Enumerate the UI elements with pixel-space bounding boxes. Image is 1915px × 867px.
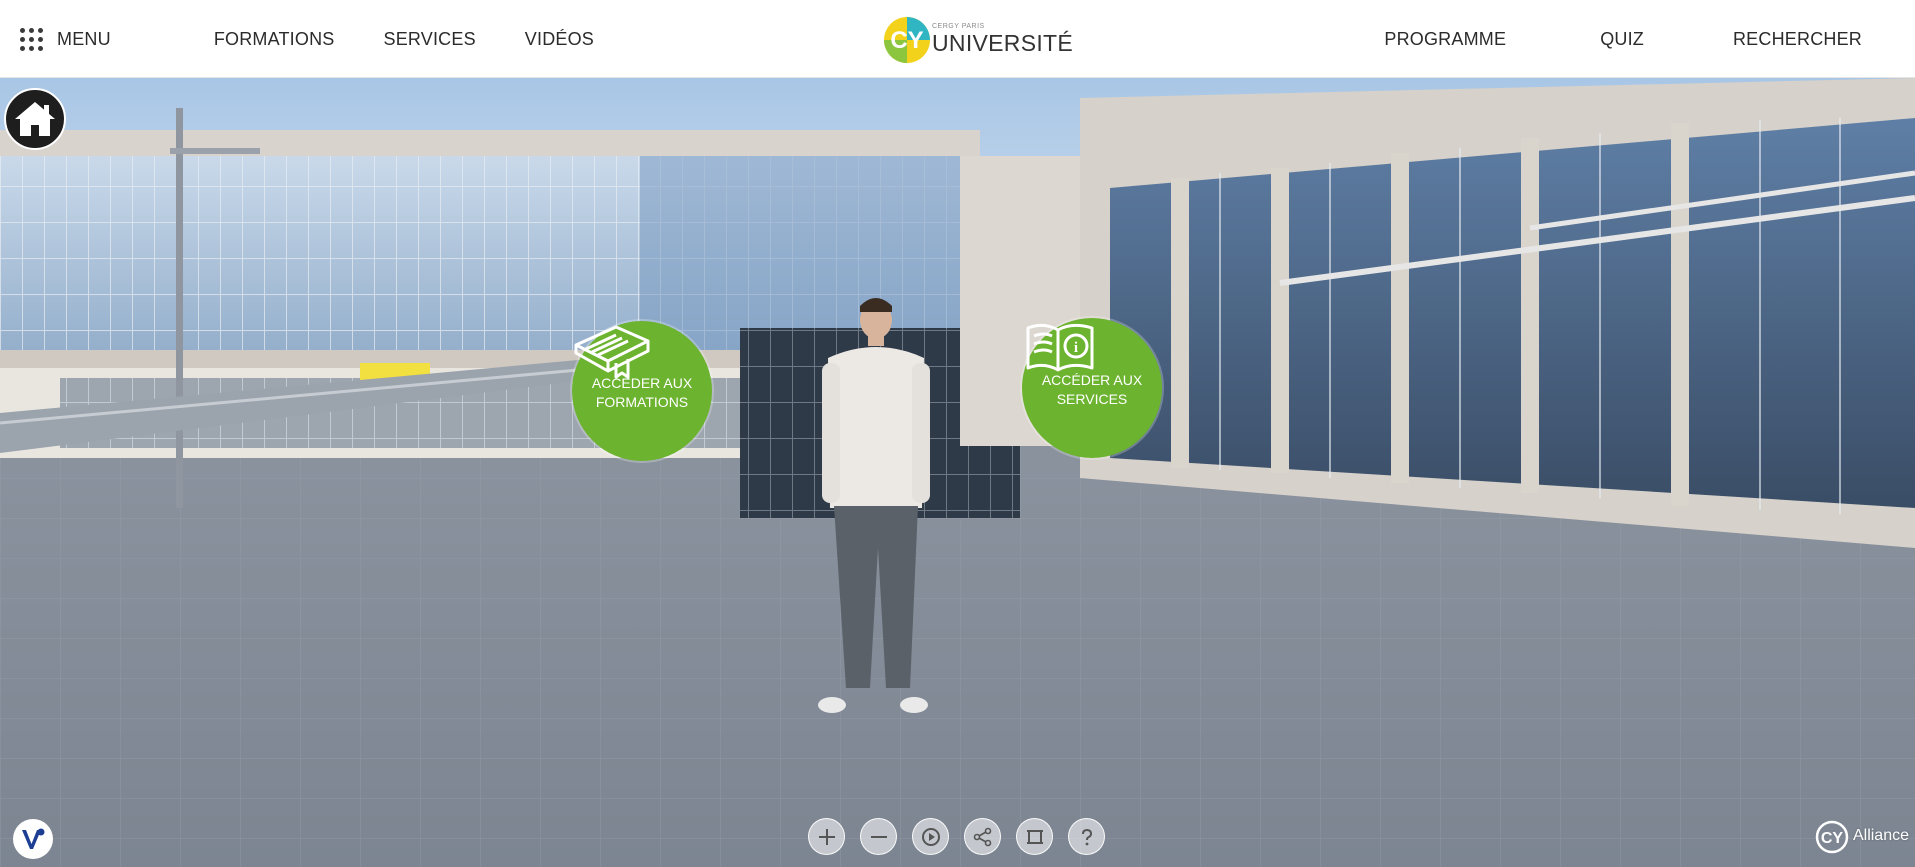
nav-link-programme[interactable]: PROGRAMME [1384,29,1506,50]
home-button[interactable] [4,88,66,150]
menu-label: MENU [57,28,111,49]
hotspot-access-services[interactable]: i ACCÉDER AUX SERVICES [1022,318,1162,458]
help-icon [1081,828,1092,845]
apps-grid-icon [20,27,43,51]
info-book-icon: i [1026,323,1094,372]
panorama-viewer[interactable]: ACCÉDER AUX FORMATIONS i ACCÉDER AUX SER… [0,78,1915,867]
v-brand-icon [22,828,45,849]
viewer-controls [808,818,1105,855]
nav-left-group: MENU FORMATIONS SERVICES VIDÉOS [20,0,643,78]
zoom-in-button[interactable] [808,818,845,855]
home-icon [15,102,55,136]
alliance-mark-text: CY [1821,830,1844,847]
campus-panorama-image [0,78,1915,867]
logo-mark-text: CY [890,27,923,54]
nav-link-formations[interactable]: FORMATIONS [214,29,335,50]
hotspot-services-line2: SERVICES [1056,391,1128,407]
hotspot-access-formations[interactable]: ACCÉDER AUX FORMATIONS [572,321,712,461]
zoom-out-button[interactable] [860,818,897,855]
alliance-label: Alliance [1852,827,1909,844]
nav-link-quiz[interactable]: QUIZ [1600,29,1644,50]
zoom-in-icon [818,828,835,845]
autoplay-button[interactable] [912,818,949,855]
hotspot-formations-line2: FORMATIONS [595,394,689,410]
cy-alliance-mark-icon: CY [1815,820,1849,854]
share-icon [973,827,991,846]
nav-right-group: PROGRAMME QUIZ RECHERCHER [1384,0,1915,78]
nav-link-videos[interactable]: VIDÉOS [525,29,594,50]
cy-universite-logo[interactable]: CY CERGY PARIS UNIVERSITÉ [880,9,1073,69]
top-navigation-bar: MENU FORMATIONS SERVICES VIDÉOS CY CERGY… [0,0,1915,78]
zoom-out-icon [870,835,887,838]
help-button[interactable] [1068,818,1105,855]
svg-text:i: i [1074,340,1078,356]
menu-button[interactable]: MENU [20,27,160,51]
logo-title: UNIVERSITÉ [932,30,1074,56]
nav-link-rechercher[interactable]: RECHERCHER [1733,29,1862,50]
fullscreen-icon [1026,829,1043,844]
book-icon [574,325,650,379]
cy-alliance-logo[interactable]: CY Alliance [1815,816,1909,856]
nav-link-services[interactable]: SERVICES [383,29,475,50]
cy-logo-mark: CY [880,10,930,68]
fullscreen-button[interactable] [1016,818,1053,855]
autoplay-icon [921,827,940,846]
share-button[interactable] [964,818,1001,855]
viewer-brand-logo[interactable] [13,819,53,859]
